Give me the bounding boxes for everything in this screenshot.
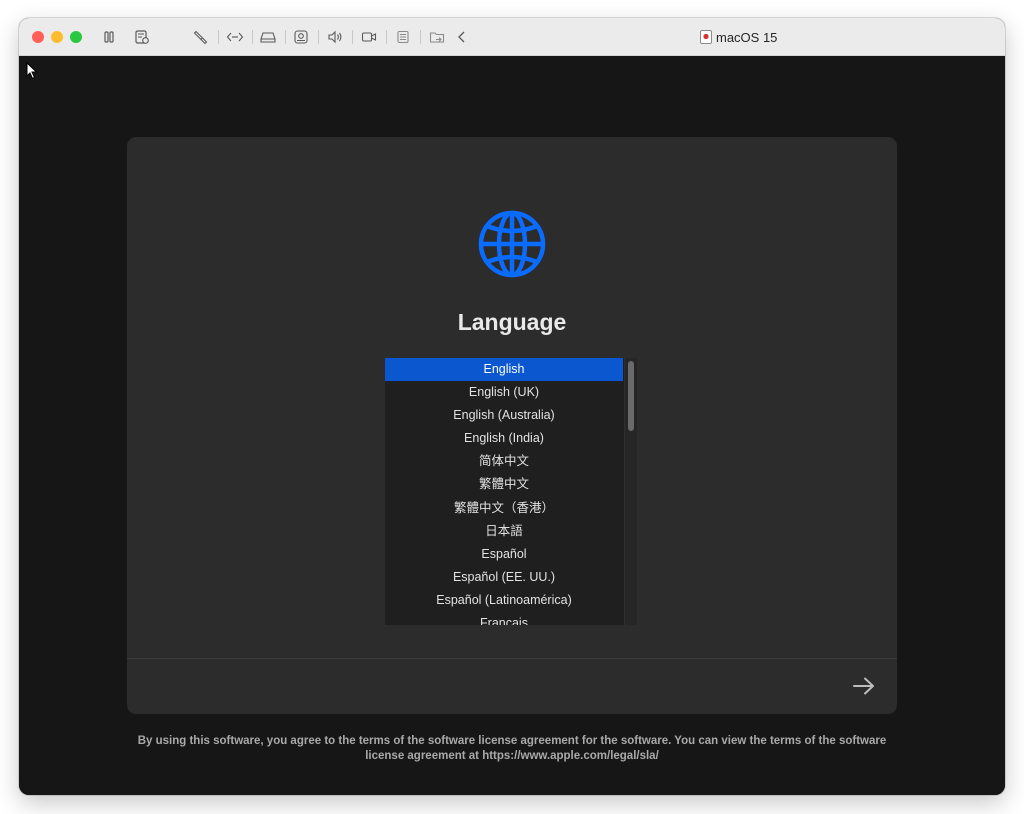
- snapshot-icon[interactable]: [133, 28, 151, 46]
- toolbar-separator: [386, 30, 387, 44]
- minimize-window-button[interactable]: [51, 31, 63, 43]
- close-window-button[interactable]: [32, 31, 44, 43]
- vm-window: macOS 15 Language English English (UK) E…: [19, 18, 1005, 795]
- sound-icon[interactable]: [326, 28, 344, 46]
- vm-document-icon: [700, 30, 712, 44]
- language-option[interactable]: Español (EE. UU.): [385, 566, 623, 589]
- shared-folder-icon[interactable]: [428, 28, 446, 46]
- vm-display[interactable]: Language English English (UK) English (Aus…: [19, 56, 1005, 795]
- continue-button[interactable]: [849, 672, 879, 700]
- arrow-right-icon: [853, 677, 874, 695]
- usb-camera-icon[interactable]: [292, 28, 310, 46]
- scrollbar-thumb[interactable]: [628, 361, 634, 431]
- title-bar: macOS 15: [19, 18, 1005, 56]
- toolbar-separator: [285, 30, 286, 44]
- toolbar-separator: [420, 30, 421, 44]
- toolbar-separator: [352, 30, 353, 44]
- globe-icon: [477, 209, 547, 279]
- language-option[interactable]: Español: [385, 543, 623, 566]
- settings-wrench-icon[interactable]: [192, 28, 210, 46]
- toolbar-separator: [252, 30, 253, 44]
- toolbar-separator: [218, 30, 219, 44]
- language-option[interactable]: English (Australia): [385, 404, 623, 427]
- scrollbar[interactable]: [624, 358, 637, 625]
- language-option[interactable]: English (India): [385, 427, 623, 450]
- zoom-window-button[interactable]: [70, 31, 82, 43]
- disk-icon[interactable]: [259, 28, 277, 46]
- mouse-pointer-icon: [26, 61, 38, 85]
- language-option[interactable]: 简体中文: [385, 450, 623, 473]
- footer-divider: [127, 658, 897, 659]
- language-option[interactable]: 繁體中文: [385, 473, 623, 496]
- language-option[interactable]: Français: [385, 612, 623, 625]
- pause-icon[interactable]: [100, 28, 118, 46]
- language-option[interactable]: 繁體中文（香港）: [385, 497, 623, 520]
- video-icon[interactable]: [360, 28, 378, 46]
- setup-assistant-panel: Language English English (UK) English (Aus…: [127, 137, 897, 714]
- clipboard-icon[interactable]: [394, 28, 412, 46]
- license-notice: By using this software, you agree to the…: [137, 735, 887, 762]
- back-chevron-icon[interactable]: [453, 28, 471, 46]
- toolbar-separator: [318, 30, 319, 44]
- language-option[interactable]: 日本語: [385, 520, 623, 543]
- language-items: English English (UK) English (Australia) En…: [385, 358, 623, 625]
- window-title-text: macOS 15: [716, 29, 778, 45]
- language-option[interactable]: Español (Latinoamérica): [385, 589, 623, 612]
- network-icon[interactable]: [226, 28, 244, 46]
- page-title: Language: [457, 309, 567, 335]
- window-title: macOS 15: [700, 28, 777, 46]
- language-option[interactable]: English (UK): [385, 381, 623, 404]
- language-option[interactable]: English: [385, 358, 623, 382]
- language-list[interactable]: English English (UK) English (Australia) En…: [385, 358, 637, 625]
